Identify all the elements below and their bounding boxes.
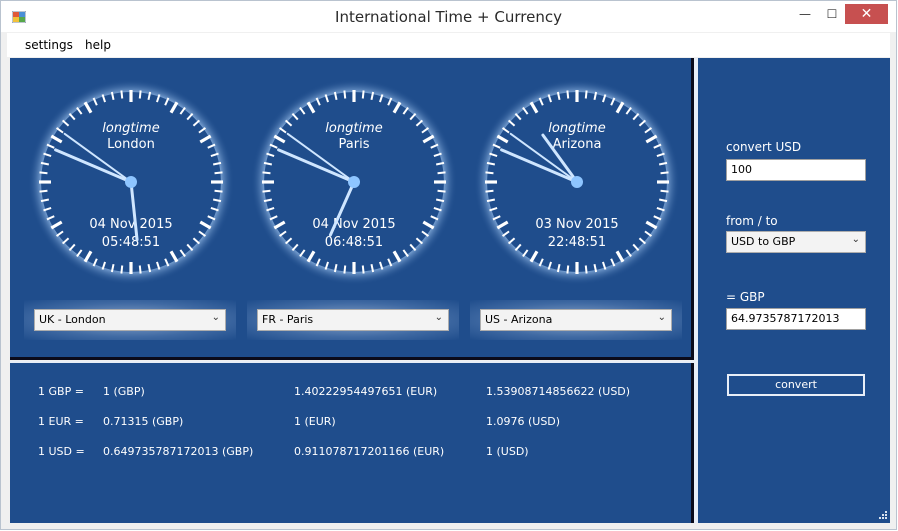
clock-minute-tick [138,90,142,99]
convert-button[interactable]: convert [727,374,865,396]
chevron-down-icon: ⌄ [434,312,443,323]
city-select-value: US - Arizona [485,313,553,326]
clock-minute-tick [566,265,570,274]
clock-minute-tick [138,265,142,274]
rate-label: 1 EUR = [38,415,84,428]
direction-label: from / to [726,214,778,228]
clock-format-label: longtime [325,121,382,136]
title-bar: International Time + Currency — ☐ ✕ [1,1,896,32]
clock-minute-tick [120,265,124,274]
app-window: International Time + Currency — ☐ ✕ sett… [0,0,897,530]
menu-bar: settings help [7,33,890,57]
rate-usd: 1.53908714856622 (USD) [486,385,631,398]
city-select-value: FR - Paris [262,313,314,326]
clock-minute-tick [437,189,446,193]
clock-format-label: longtime [102,121,159,136]
resize-grip-icon[interactable] [877,509,887,519]
clock-minute-tick [584,90,588,99]
minimize-button[interactable]: — [791,4,819,24]
clock-city-label: London [107,137,155,152]
clock-minute-tick [120,90,124,99]
rate-usd: 1.0976 (USD) [486,415,561,428]
rate-label: 1 GBP = [38,385,84,398]
chevron-down-icon: ⌄ [657,312,666,323]
clock-hub [348,176,360,188]
clock-minute-tick [262,171,271,175]
amount-input[interactable]: 100 [726,159,866,181]
clock-minute-tick [39,171,48,175]
clock-minute-tick [584,265,588,274]
direction-select[interactable]: USD to GBP ⌄ [726,231,866,253]
clock-city-label: Paris [339,137,370,152]
clock-city-label: Arizona [553,137,602,152]
menu-settings[interactable]: settings [25,38,73,52]
rate-gbp: 1 (GBP) [103,385,145,398]
rate-eur: 1.40222954497651 (EUR) [294,385,438,398]
clock-digital-time: 06:48:51 [325,235,383,250]
clock-minute-tick [361,90,365,99]
maximize-button[interactable]: ☐ [819,4,845,24]
clock-date: 03 Nov 2015 [535,217,618,232]
clock-hub [125,176,137,188]
clock-minute-tick [214,171,223,175]
direction-select-value: USD to GBP [731,235,796,248]
rate-label: 1 USD = [38,445,85,458]
clock-minute-tick [660,189,669,193]
rate-usd: 1 (USD) [486,445,529,458]
clock-minute-tick [262,189,271,193]
chevron-down-icon: ⌄ [851,234,860,245]
city-select-arizona[interactable]: US - Arizona ⌄ [480,309,672,331]
rate-gbp: 0.649735787172013 (GBP) [103,445,254,458]
city-select-value: UK - London [39,313,106,326]
clock-minute-tick [566,90,570,99]
clock-minute-tick [660,171,669,175]
clock-date: 04 Nov 2015 [312,217,395,232]
clock-minute-tick [214,189,223,193]
rate-eur: 0.911078717201166 (EUR) [294,445,445,458]
window-title: International Time + Currency [335,8,562,26]
clock-paris: longtimeParis 04 Nov 2015 06:48:51 [251,79,457,285]
result-output[interactable]: 64.9735787172013 [726,308,866,330]
rate-gbp: 0.71315 (GBP) [103,415,184,428]
clock-digital-time: 22:48:51 [548,235,606,250]
clock-minute-tick [485,171,494,175]
clock-minute-tick [361,265,365,274]
clock-arizona: longtimeArizona 03 Nov 2015 22:48:51 [474,79,680,285]
city-select-london[interactable]: UK - London ⌄ [34,309,226,331]
clock-minute-tick [485,189,494,193]
amount-label: convert USD [726,140,802,154]
chevron-down-icon: ⌄ [211,312,220,323]
clock-date: 04 Nov 2015 [89,217,172,232]
clock-format-label: longtime [548,121,605,136]
city-select-paris[interactable]: FR - Paris ⌄ [257,309,449,331]
clock-minute-tick [343,265,347,274]
rate-eur: 1 (EUR) [294,415,336,428]
clock-hub [571,176,583,188]
close-button[interactable]: ✕ [845,4,888,24]
clock-digital-time: 05:48:51 [102,235,160,250]
clock-minute-tick [39,189,48,193]
clock-minute-tick [437,171,446,175]
clock-minute-tick [343,90,347,99]
clock-london: longtimeLondon 04 Nov 2015 05:48:51 [28,79,234,285]
result-label: = GBP [726,290,765,304]
menu-help[interactable]: help [85,38,111,52]
